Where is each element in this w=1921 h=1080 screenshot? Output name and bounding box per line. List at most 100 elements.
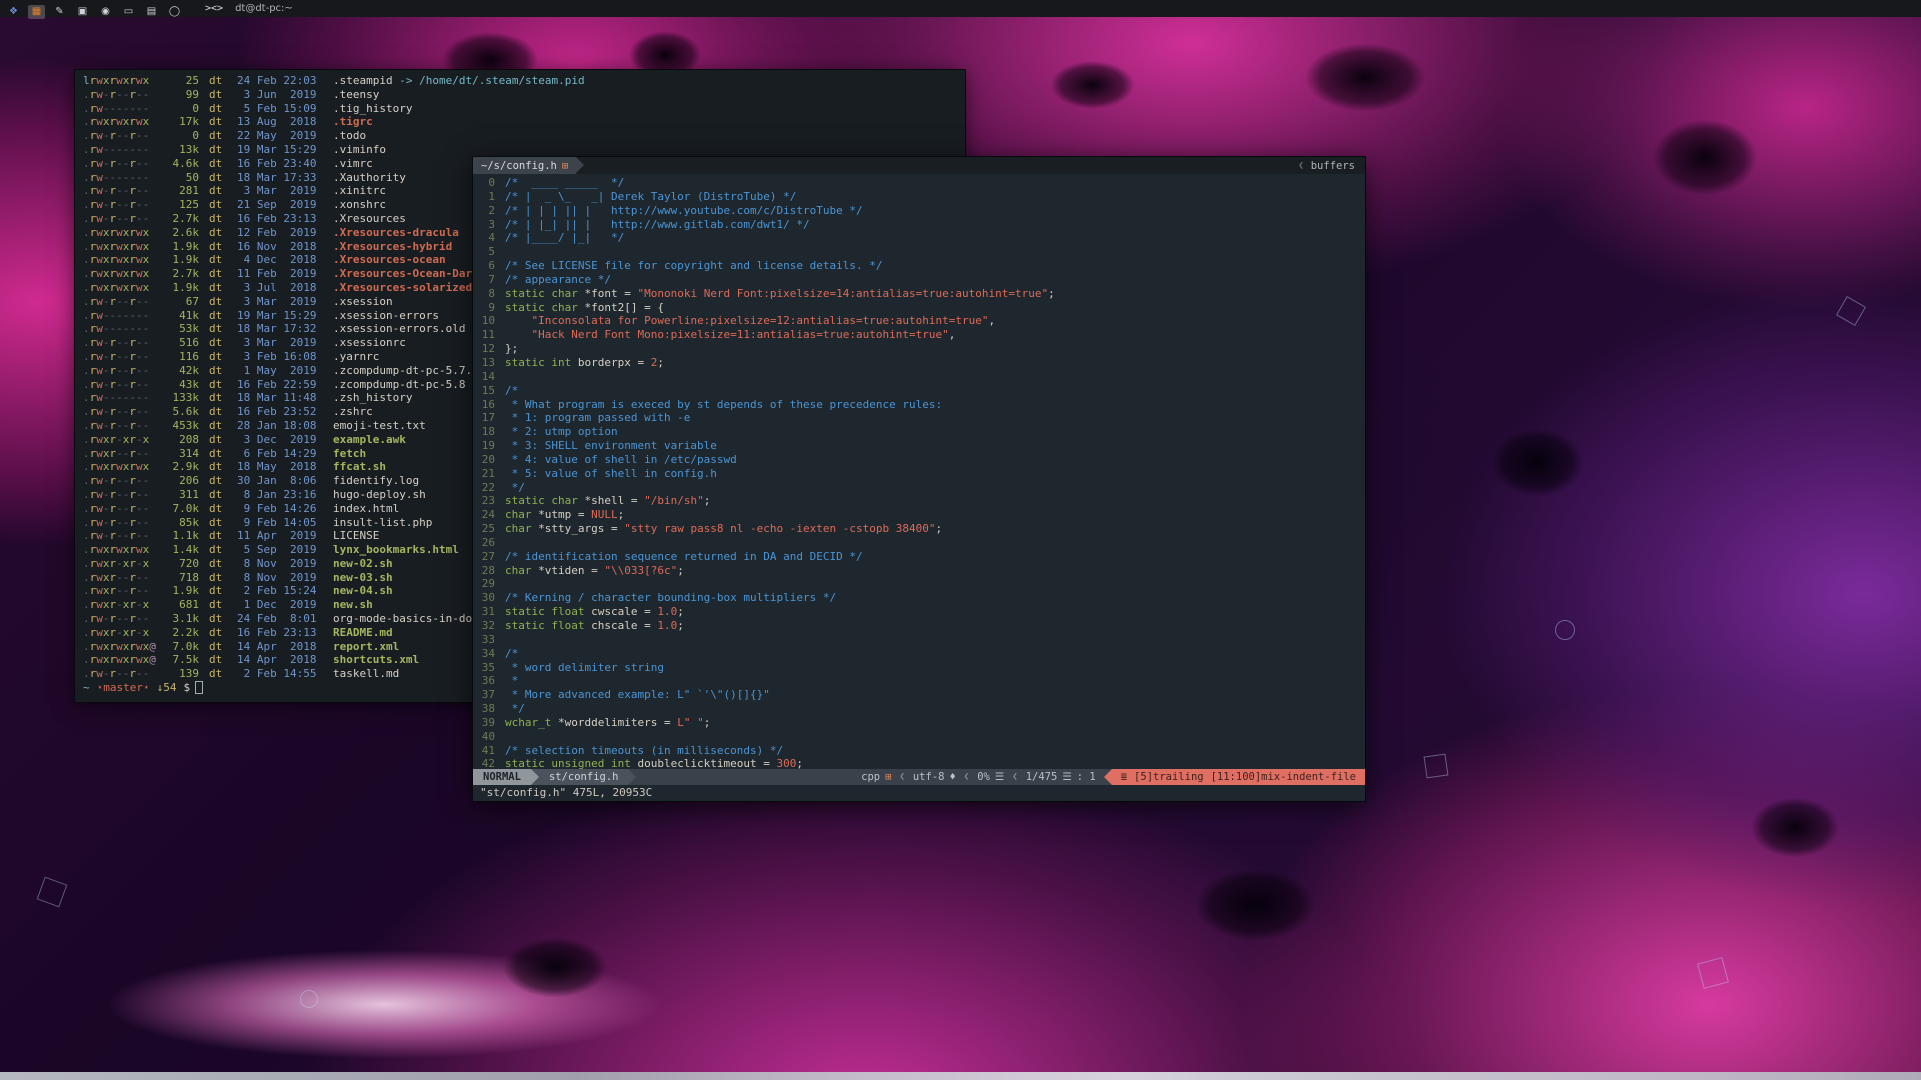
powerline-arrow-icon (576, 157, 584, 173)
code-line: 19 * 3: SHELL environment variable (473, 439, 1365, 453)
vim-command-line: "st/config.h" 475L, 20953C (473, 785, 1365, 801)
code-line: 4/* |____/ |_| */ (473, 231, 1365, 245)
code-line: 20 * 4: value of shell in /etc/passwd (473, 453, 1365, 467)
launcher-icon[interactable]: ❖ (5, 5, 22, 19)
code-line: 2/* | | | || | http://www.youtube.com/c/… (473, 204, 1365, 218)
file-row: .rw-r--r--99dt 3 Jun 2019.teensy (83, 88, 957, 102)
code-area[interactable]: 0/* ____ _____ */1/* | _ \_ _| Derek Tay… (473, 174, 1365, 769)
buffer-tab-label: ~/s/config.h (481, 160, 557, 172)
code-line: 26 (473, 536, 1365, 550)
prompt-path: ~ (83, 681, 90, 695)
wallpaper-blob (1640, 110, 1770, 205)
code-line: 34/* (473, 647, 1365, 661)
code-line: 5 (473, 245, 1365, 259)
powerline-arrow-icon (628, 769, 636, 785)
code-line: 39wchar_t *worddelimiters = L" "; (473, 716, 1365, 730)
code-line: 24char *utmp = NULL; (473, 508, 1365, 522)
encoding-segment: utf-8 ♦ (905, 769, 964, 785)
taskbar: ❖ ▦ ✎ ▣ ◉ ▭ ▤ ◯ ><> dt@dt-pc:~ (0, 0, 1921, 17)
file-row: .rw-------0dt 5 Feb 15:09.tig_history (83, 102, 957, 116)
file-row: lrwxrwxrwx25dt24 Feb 22:03.steampid -> /… (83, 74, 957, 88)
code-line: 13static int borderpx = 2; (473, 356, 1365, 370)
wallpaper-blob (1180, 860, 1330, 950)
code-line: 23static char *shell = "/bin/sh"; (473, 494, 1365, 508)
statusline-filename: st/config.h (539, 769, 629, 785)
wallpaper-doodle (1555, 620, 1575, 640)
wallpaper-blob (1480, 420, 1595, 505)
powerline-arrow-icon (1104, 769, 1112, 785)
code-line: 28char *vtiden = "\\033[?6c"; (473, 564, 1365, 578)
video-camera-icon[interactable]: ◉ (97, 5, 114, 19)
file-row: .rw-r--r--0dt22 May 2019.todo (83, 129, 957, 143)
scroll-percent-segment: 0% ☰ (969, 769, 1012, 785)
wallpaper-doodle (300, 990, 318, 1008)
vim-statusline: NORMAL st/config.h cpp ⊞ ❮ utf-8 ♦ ❮ 0% … (473, 769, 1365, 785)
vim-editor-window[interactable]: ~/s/config.h ⊞ ❮ buffers 0/* ____ _____ … (473, 157, 1365, 801)
display-icon[interactable]: ▭ (120, 5, 137, 19)
wallpaper-blob (1040, 55, 1145, 115)
code-line: 14 (473, 370, 1365, 384)
code-line: 0/* ____ _____ */ (473, 176, 1365, 190)
filetype-segment: cpp ⊞ (853, 769, 899, 785)
taskbar-icons: ❖ ▦ ✎ ▣ ◉ ▭ ▤ ◯ (5, 0, 189, 19)
encoding-label: utf-8 (913, 771, 945, 783)
code-line: 40 (473, 730, 1365, 744)
code-line: 10 "Inconsolata for Powerline:pixelsize=… (473, 314, 1365, 328)
active-window-title: dt@dt-pc:~ (235, 3, 293, 14)
file-row: .rw-------13kdt19 Mar 15:29.viminfo (83, 143, 957, 157)
code-line: 8static char *font = "Mononoki Nerd Font… (473, 287, 1365, 301)
modified-icon: ⊞ (885, 771, 891, 783)
code-line: 41/* selection timeouts (in milliseconds… (473, 744, 1365, 758)
code-line: 29 (473, 577, 1365, 591)
code-line: 6/* See LICENSE file for copyright and l… (473, 259, 1365, 273)
cursor-position-segment: 1/475 ☰ : 1 (1018, 769, 1104, 785)
code-line: 35 * word delimiter string (473, 661, 1365, 675)
prompt-behind-count: ↓54 (157, 681, 177, 695)
code-line: 15/* (473, 384, 1365, 398)
code-line: 33 (473, 633, 1365, 647)
fish-shell-indicator: ><> (205, 3, 223, 14)
code-line: 30/* Kerning / character bounding-box mu… (473, 591, 1365, 605)
prompt-git-branch: ⋆master⋆ (97, 681, 150, 695)
code-line: 32static float chscale = 1.0; (473, 619, 1365, 633)
code-line: 36 * (473, 674, 1365, 688)
file-manager-icon[interactable]: ▤ (143, 5, 160, 19)
statusline-spacer (636, 769, 853, 785)
code-line: 11 "Hack Nerd Font Mono:pixelsize=11:ant… (473, 328, 1365, 342)
code-line: 9static char *font2[] = { (473, 301, 1365, 315)
edit-pencil-icon[interactable]: ✎ (51, 5, 68, 19)
code-line: 12}; (473, 342, 1365, 356)
list-icon: ☰ (1062, 771, 1071, 783)
modified-icon: ⊞ (562, 160, 568, 172)
buffers-label[interactable]: buffers (1304, 157, 1365, 174)
code-line: 1/* | _ \_ _| Derek Taylor (DistroTube) … (473, 190, 1365, 204)
tabline-spacer (584, 157, 1298, 174)
column-position: : 1 (1077, 771, 1096, 783)
code-line: 21 * 5: value of shell in config.h (473, 467, 1365, 481)
code-line: 27/* identification sequence returned in… (473, 550, 1365, 564)
buffer-tab[interactable]: ~/s/config.h ⊞ (473, 157, 576, 174)
code-line: 7/* appearance */ (473, 273, 1365, 287)
image-viewer-icon[interactable]: ▣ (74, 5, 91, 19)
whitespace-warning-segment: ≣ [5]trailing [11:100]mix-indent-file (1112, 769, 1365, 785)
wallpaper-blob (490, 930, 620, 1005)
code-line: 38 */ (473, 702, 1365, 716)
code-line: 17 * 1: program passed with -e (473, 411, 1365, 425)
file-row: .rwxrwxrwx17kdt13 Aug 2018.tigrc (83, 115, 957, 129)
list-icon: ☰ (995, 771, 1004, 783)
code-line: 22 */ (473, 481, 1365, 495)
apps-grid-icon[interactable]: ▦ (28, 5, 45, 19)
mode-indicator: NORMAL (473, 769, 531, 785)
warning-icon: ≣ (1121, 771, 1127, 783)
wallpaper-doodle (1424, 754, 1449, 779)
vim-tabline: ~/s/config.h ⊞ ❮ buffers (473, 157, 1365, 174)
terminal-cursor (195, 681, 203, 694)
wallpaper-blob (1290, 35, 1440, 120)
browser-icon[interactable]: ◯ (166, 5, 183, 19)
mixed-indent-warning: [11:100]mix-indent-file (1211, 771, 1356, 783)
encoding-icon: ♦ (949, 771, 955, 783)
prompt-symbol: $ (183, 681, 190, 695)
wallpaper-blob (1740, 790, 1850, 865)
filetype-label: cpp (861, 771, 880, 783)
code-line: 3/* | |_| || | http://www.gitlab.com/dwt… (473, 218, 1365, 232)
